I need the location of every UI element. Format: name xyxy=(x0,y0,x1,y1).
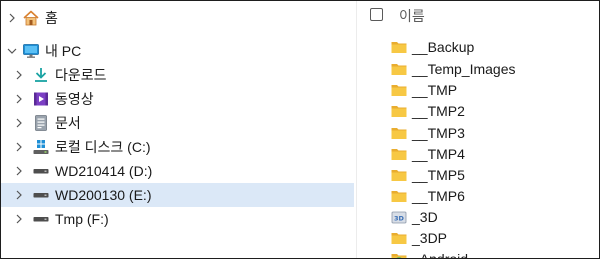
nav-item-home[interactable]: 홈 xyxy=(1,6,354,30)
folder-icon xyxy=(390,145,408,163)
folder-icon xyxy=(390,124,408,142)
file-list-pane: 이름 __Backup __Temp_Images __TMP __TMP2 _… xyxy=(357,1,599,258)
nav-item-label: WD200130 (E:) xyxy=(55,187,152,203)
folder-icon xyxy=(390,81,408,99)
download-icon xyxy=(32,66,50,84)
file-name: __Backup xyxy=(412,39,475,55)
list-item[interactable]: __Backup xyxy=(357,35,599,59)
chevron-right-icon[interactable] xyxy=(14,94,24,104)
drive-icon xyxy=(32,186,50,204)
folder-icon xyxy=(390,38,408,56)
file-name: __TMP3 xyxy=(412,125,465,141)
file-name: __TMP6 xyxy=(412,188,465,204)
nav-item-drive-f[interactable]: Tmp (F:) xyxy=(1,207,354,231)
drive-icon xyxy=(32,210,50,228)
select-all-checkbox[interactable] xyxy=(370,8,383,21)
nav-item-label: 다운로드 xyxy=(55,67,107,83)
chevron-right-icon[interactable] xyxy=(14,118,24,128)
nav-item-this-pc[interactable]: 내 PC xyxy=(1,39,354,63)
nav-item-drive-d[interactable]: WD210414 (D:) xyxy=(1,159,354,183)
videos-icon xyxy=(32,90,50,108)
nav-item-drive-e[interactable]: WD200130 (E:) xyxy=(1,183,354,207)
nav-item-downloads[interactable]: 다운로드 xyxy=(1,63,354,87)
nav-item-label: 홈 xyxy=(45,10,58,26)
nav-item-label: Tmp (F:) xyxy=(55,211,109,227)
folder-icon xyxy=(390,60,408,78)
file-name: __TMP4 xyxy=(412,146,465,162)
file-name: __Temp_Images xyxy=(412,61,516,77)
file-name: _Android xyxy=(412,251,469,259)
file-name: __TMP5 xyxy=(412,167,465,183)
navigation-pane: 홈 내 PC 다운로드 동영상 문서 로컬 디스크 (C:) WD210414 … xyxy=(1,1,356,258)
folder-icon xyxy=(390,102,408,120)
file-name: __TMP2 xyxy=(412,103,465,119)
nav-item-label: 로컬 디스크 (C:) xyxy=(55,139,151,155)
folder-icon xyxy=(390,166,408,184)
documents-icon xyxy=(32,114,50,132)
nav-item-label: 문서 xyxy=(55,115,81,131)
list-item[interactable]: __TMP2 xyxy=(357,99,599,123)
nav-item-drive-c[interactable]: 로컬 디스크 (C:) xyxy=(1,135,354,159)
chevron-right-icon[interactable] xyxy=(7,13,17,23)
nav-item-documents[interactable]: 문서 xyxy=(1,111,354,135)
file-name: __TMP xyxy=(412,82,458,98)
list-item[interactable]: _Android xyxy=(357,247,599,259)
chevron-right-icon[interactable] xyxy=(14,70,24,80)
svg-text:3D: 3D xyxy=(394,215,405,223)
android-folder-icon xyxy=(390,250,408,258)
home-icon xyxy=(22,9,40,27)
column-header-name[interactable]: 이름 xyxy=(399,6,425,26)
file-explorer-window: 홈 내 PC 다운로드 동영상 문서 로컬 디스크 (C:) WD210414 … xyxy=(0,0,600,259)
drive-icon xyxy=(32,162,50,180)
chevron-right-icon[interactable] xyxy=(14,214,24,224)
3d-objects-folder-icon: 3D xyxy=(390,208,408,226)
file-name: _3D xyxy=(412,209,438,225)
nav-item-label: 내 PC xyxy=(45,43,82,59)
folder-icon xyxy=(390,229,408,247)
chevron-right-icon[interactable] xyxy=(14,166,24,176)
chevron-right-icon[interactable] xyxy=(14,190,24,200)
monitor-icon xyxy=(22,42,40,60)
nav-item-label: WD210414 (D:) xyxy=(55,163,153,179)
nav-item-label: 동영상 xyxy=(55,91,94,107)
chevron-down-icon[interactable] xyxy=(7,46,17,56)
nav-item-videos[interactable]: 동영상 xyxy=(1,87,354,111)
chevron-right-icon[interactable] xyxy=(14,142,24,152)
folder-icon xyxy=(390,187,408,205)
file-name: _3DP xyxy=(412,230,448,246)
windows-drive-icon xyxy=(32,138,50,156)
